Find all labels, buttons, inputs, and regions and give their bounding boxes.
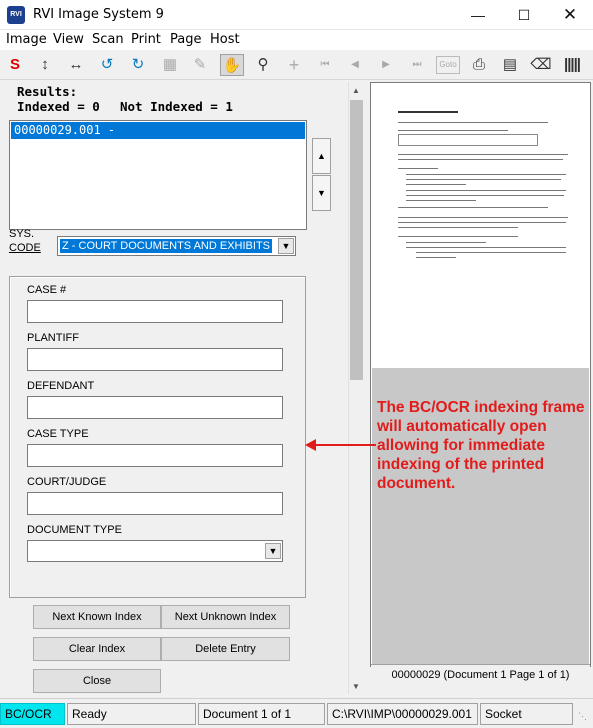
next-unknown-index-button[interactable]: Next Unknown Index	[161, 605, 290, 629]
maximize-button[interactable]: ☐	[501, 0, 547, 30]
case-type-field[interactable]	[27, 444, 283, 467]
scroll-up-icon[interactable]: ▲	[352, 86, 360, 95]
edit-image-icon[interactable]: ✎	[188, 54, 212, 76]
status-path: C:\RVI\IMP\00000029.001	[327, 703, 478, 725]
case-number-field[interactable]	[27, 300, 283, 323]
syscode-select[interactable]: Z - COURT DOCUMENTS AND EXHIBITS ▼	[57, 236, 296, 256]
document-info: 00000029 (Document 1 Page 1 of 1)	[371, 664, 590, 684]
case-type-label: CASE TYPE	[27, 428, 89, 440]
resize-grip-icon[interactable]: ⋱	[578, 711, 587, 722]
stamp-icon[interactable]: ⌫	[529, 54, 553, 76]
results-list[interactable]: 00000029.001 -	[9, 120, 307, 230]
move-down-button[interactable]: ▼	[312, 175, 331, 211]
s-icon[interactable]: S	[3, 54, 27, 76]
window-title: RVI Image System 9	[33, 7, 164, 22]
status-mode: BC/OCR	[0, 703, 65, 725]
rotate-left-icon[interactable]: ↺	[95, 54, 119, 76]
status-connection: Socket	[480, 703, 573, 725]
close-window-button[interactable]: ✕	[547, 0, 593, 30]
next-known-index-button[interactable]: Next Known Index	[33, 605, 161, 629]
first-page-icon[interactable]: ⏮	[313, 54, 337, 76]
vertical-arrow-icon[interactable]: ↕	[33, 54, 57, 76]
list-item[interactable]: 00000029.001 -	[11, 122, 305, 139]
menu-page[interactable]: Page	[170, 32, 201, 47]
print-icon[interactable]: ⎙	[467, 54, 491, 76]
plantiff-field[interactable]	[27, 348, 283, 371]
minimize-button[interactable]: —	[455, 0, 501, 30]
zoom-icon[interactable]: ⚲	[251, 54, 275, 76]
indexed-count: Indexed = 0	[17, 99, 100, 114]
scroll-down-icon[interactable]: ▼	[352, 682, 360, 691]
last-page-icon[interactable]: ⏭	[405, 54, 429, 76]
menu-view[interactable]: View	[53, 32, 84, 47]
next-page-icon[interactable]: ▶	[374, 54, 398, 76]
move-up-button[interactable]: ▲	[312, 138, 331, 174]
status-document: Document 1 of 1	[198, 703, 325, 725]
not-indexed-count: Not Indexed = 1	[120, 99, 233, 114]
syscode-label-line1: SYS.	[9, 228, 35, 240]
defendant-field[interactable]	[27, 396, 283, 419]
menu-scan[interactable]: Scan	[92, 32, 124, 47]
chevron-down-icon[interactable]: ▼	[265, 543, 281, 559]
court-judge-label: COURT/JUDGE	[27, 476, 107, 488]
menu-print[interactable]: Print	[131, 32, 161, 47]
close-button[interactable]: Close	[33, 669, 161, 693]
court-judge-field[interactable]	[27, 492, 283, 515]
arrow-left-icon	[305, 439, 316, 451]
document-thumbnail[interactable]	[372, 84, 589, 368]
callout-annotation: The BC/OCR indexing frame will automatic…	[377, 399, 585, 492]
barcode-icon[interactable]: |||||	[560, 54, 584, 76]
document-type-label: DOCUMENT TYPE	[27, 524, 122, 536]
delete-entry-button[interactable]: Delete Entry	[161, 637, 290, 661]
defendant-label: DEFENDANT	[27, 380, 95, 392]
scanner-icon[interactable]: ▤	[498, 54, 522, 76]
status-state: Ready	[67, 703, 196, 725]
status-bar: BC/OCR Ready Document 1 of 1 C:\RVI\IMP\…	[0, 698, 593, 728]
document-type-select[interactable]: ▼	[27, 540, 283, 562]
results-title: Results:	[17, 84, 78, 99]
chevron-down-icon[interactable]: ▼	[278, 238, 294, 254]
rotate-right-icon[interactable]: ↻	[126, 54, 150, 76]
menu-host[interactable]: Host	[210, 32, 240, 47]
syscode-label-line2: CODE	[9, 242, 41, 254]
pages-icon[interactable]: ▦	[158, 54, 182, 76]
app-icon: RVI	[7, 6, 25, 24]
crosshair-icon[interactable]: +	[282, 54, 306, 76]
callout-arrow-line	[312, 444, 376, 446]
goto-icon[interactable]: Goto	[436, 56, 460, 74]
case-number-label: CASE #	[27, 284, 67, 296]
horizontal-arrow-icon[interactable]: ↔	[64, 54, 88, 76]
syscode-value: Z - COURT DOCUMENTS AND EXHIBITS	[60, 239, 273, 253]
scrollbar-thumb[interactable]	[350, 100, 363, 380]
menu-image[interactable]: Image	[6, 32, 47, 47]
prev-page-icon[interactable]: ◀	[343, 54, 367, 76]
hand-icon[interactable]: ✋	[220, 54, 244, 76]
menu-bar: Image View Scan Print Page Host	[0, 30, 593, 50]
clear-index-button[interactable]: Clear Index	[33, 637, 161, 661]
plantiff-label: PLANTIFF	[27, 332, 79, 344]
title-bar: RVI RVI Image System 9 — ☐ ✕	[0, 0, 593, 30]
toolbar: S ↕ ↔ ↺ ↻ ▦ ✎ ✋ ⚲ + ⏮ ◀ ▶ ⏭ Goto ⎙ ▤ ⌫ |…	[0, 50, 593, 80]
